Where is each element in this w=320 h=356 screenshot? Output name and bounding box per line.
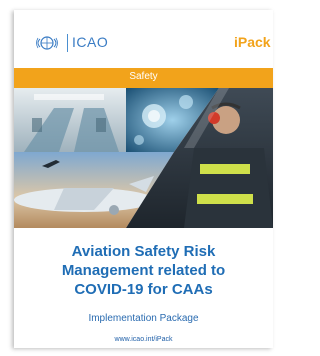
icao-emblem-icon <box>36 36 58 50</box>
website-link[interactable]: www.icao.int/iPack <box>14 336 273 343</box>
org-name: ICAO <box>72 34 109 50</box>
title-line-1: Aviation Safety Risk <box>71 243 216 260</box>
document-subtitle: Implementation Package <box>88 313 199 324</box>
product-name: iPack <box>234 34 271 50</box>
category-banner: Safety <box>14 68 273 88</box>
document-cover: ICAO iPack Safety Aviation Safety Risk M… <box>14 10 273 348</box>
category-label: Safety <box>129 71 158 82</box>
cover-photo-collage <box>14 88 273 228</box>
cover-header: ICAO iPack <box>14 10 273 68</box>
document-title: Aviation Safety Risk Management related … <box>14 242 273 299</box>
title-line-2: Management related to <box>61 262 226 279</box>
logo-divider <box>67 34 68 52</box>
aircraft-cabin-photo <box>14 88 126 152</box>
title-line-3: COVID-19 for CAAs <box>74 281 213 298</box>
